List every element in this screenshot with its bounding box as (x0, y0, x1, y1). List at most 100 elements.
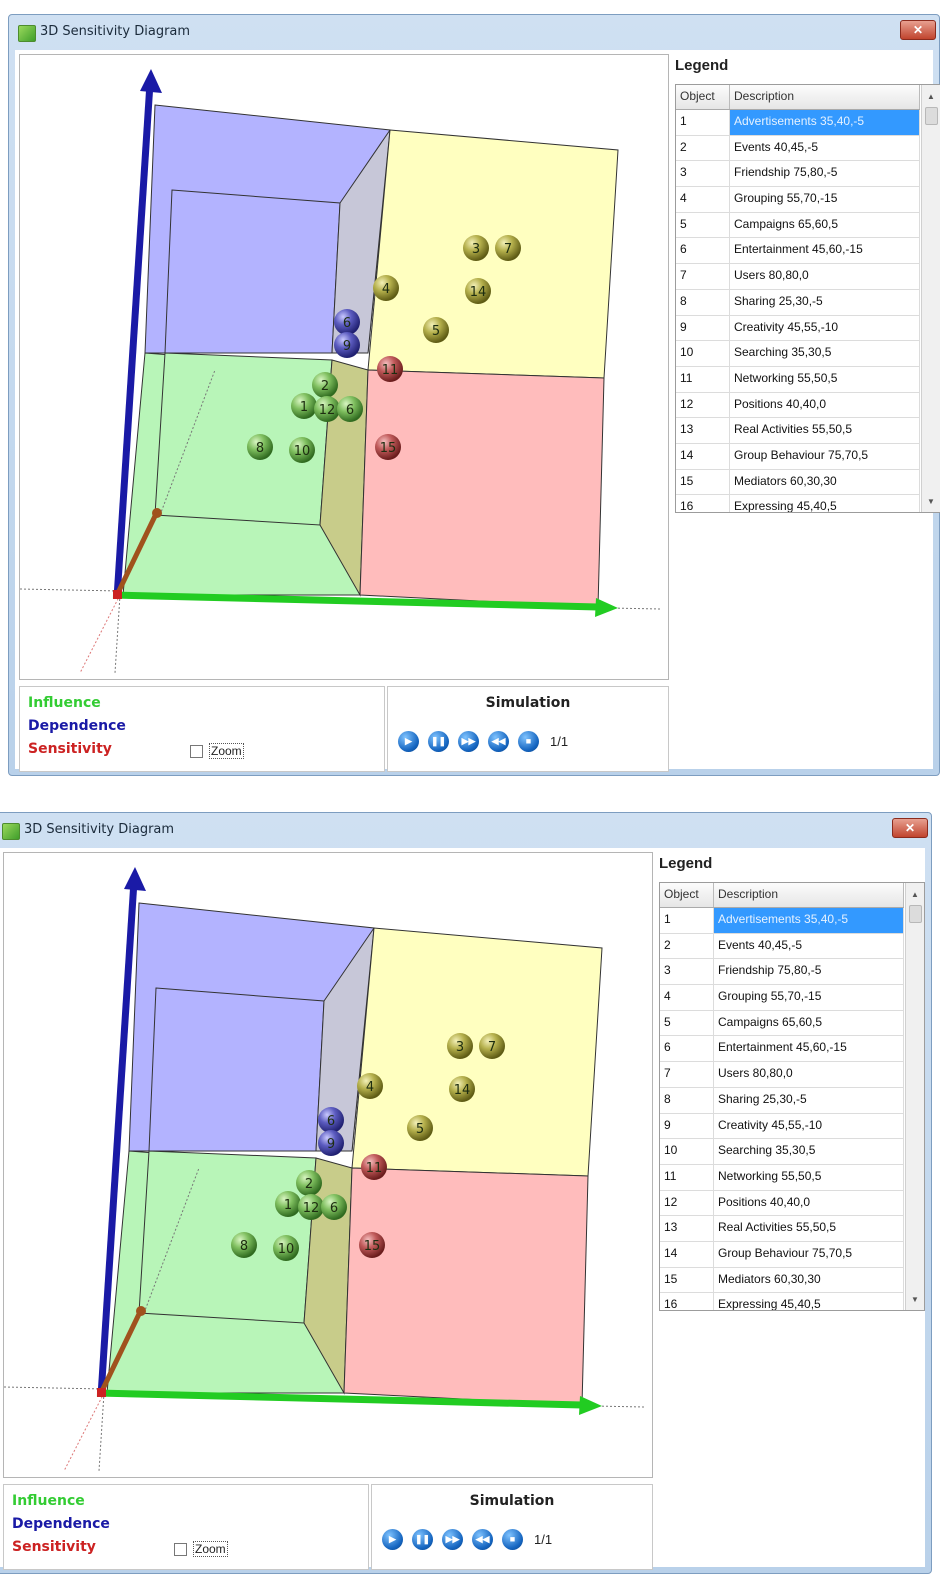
object-sphere[interactable]: 10 (273, 1235, 299, 1261)
object-sphere[interactable]: 9 (334, 332, 360, 358)
legend-description-cell[interactable]: Real Activities 55,50,5 (730, 418, 920, 443)
legend-object-cell[interactable]: 2 (660, 933, 714, 959)
title-bar[interactable]: 3D Sensitivity Diagram ✕ (8, 14, 940, 50)
legend-row[interactable]: 3 Friendship 75,80,-5 (660, 959, 904, 986)
diagram-canvas[interactable]: 123456789101112 61415 (4, 853, 652, 1477)
object-sphere[interactable]: 6 (321, 1194, 347, 1220)
diagram-canvas[interactable]: 123456789101112 61415 (20, 55, 668, 679)
object-sphere[interactable]: 5 (407, 1115, 433, 1141)
scroll-thumb[interactable] (909, 905, 922, 923)
object-sphere[interactable]: 1 (291, 393, 317, 419)
object-sphere[interactable]: 3 (463, 235, 489, 261)
legend-object-cell[interactable]: 7 (660, 1062, 714, 1087)
legend-row[interactable]: 9 Creativity 45,55,-10 (660, 1113, 904, 1140)
legend-row[interactable]: 16 Expressing 45,40,5 (660, 1293, 904, 1310)
legend-description-cell[interactable]: Events 40,45,-5 (730, 135, 920, 161)
fast-forward-icon[interactable]: ▶▶ (442, 1529, 463, 1550)
zoom-checkbox[interactable]: Zoom (190, 743, 244, 759)
object-sphere[interactable]: 6 (318, 1107, 344, 1133)
legend-row[interactable]: 14 Group Behaviour 75,70,5 (676, 443, 920, 470)
object-sphere[interactable]: 6 (337, 396, 363, 422)
legend-object-cell[interactable]: 4 (660, 985, 714, 1010)
fast-forward-icon[interactable]: ▶▶ (458, 731, 479, 752)
legend-row[interactable]: 5 Campaigns 65,60,5 (676, 212, 920, 239)
legend-row[interactable]: 4 Grouping 55,70,-15 (660, 985, 904, 1011)
legend-object-cell[interactable]: 9 (660, 1113, 714, 1139)
legend-object-cell[interactable]: 16 (660, 1293, 714, 1310)
legend-object-cell[interactable]: 7 (676, 264, 730, 289)
object-sphere[interactable]: 8 (231, 1232, 257, 1258)
legend-row[interactable]: 11 Networking 55,50,5 (676, 366, 920, 393)
object-sphere[interactable]: 2 (312, 372, 338, 398)
diagram-viewport[interactable]: 1 2 3 4 5 6 7 8 9 10 11 12 6 14 15 (19, 54, 669, 680)
object-sphere[interactable]: 15 (375, 434, 401, 460)
object-sphere[interactable]: 12 (298, 1194, 324, 1220)
legend-row[interactable]: 2 Events 40,45,-5 (676, 135, 920, 162)
legend-scrollbar[interactable]: ▲ ▼ (921, 85, 940, 512)
legend-object-cell[interactable]: 4 (676, 187, 730, 212)
legend-description-cell[interactable]: Group Behaviour 75,70,5 (714, 1241, 904, 1267)
rewind-icon[interactable]: ◀◀ (488, 731, 509, 752)
legend-description-cell[interactable]: Searching 35,30,5 (714, 1139, 904, 1164)
stop-icon[interactable]: ■ (518, 731, 539, 752)
object-sphere[interactable]: 14 (449, 1076, 475, 1102)
legend-row[interactable]: 13 Real Activities 55,50,5 (676, 418, 920, 444)
legend-description-cell[interactable]: Expressing 45,40,5 (714, 1293, 904, 1310)
legend-row[interactable]: 6 Entertainment 45,60,-15 (660, 1036, 904, 1063)
checkbox-icon[interactable] (174, 1542, 187, 1556)
object-sphere[interactable]: 2 (296, 1170, 322, 1196)
object-sphere[interactable]: 7 (479, 1033, 505, 1059)
legend-row[interactable]: 8 Sharing 25,30,-5 (660, 1087, 904, 1114)
legend-table[interactable]: Object Description 1 Advertisements 35,40… (659, 882, 925, 1311)
legend-scrollbar[interactable]: ▲ ▼ (905, 883, 924, 1310)
legend-row[interactable]: 1 Advertisements 35,40,-5 (676, 110, 920, 136)
object-sphere[interactable]: 4 (357, 1073, 383, 1099)
legend-description-cell[interactable]: Advertisements 35,40,-5 (730, 110, 920, 135)
legend-description-cell[interactable]: Grouping 55,70,-15 (730, 187, 920, 212)
diagram-viewport[interactable]: 1 2 3 4 5 6 7 8 9 10 11 12 6 14 15 (3, 852, 653, 1478)
legend-row[interactable]: 9 Creativity 45,55,-10 (676, 315, 920, 342)
legend-object-cell[interactable]: 12 (676, 392, 730, 418)
column-header-description[interactable]: Description (714, 883, 904, 907)
legend-description-cell[interactable]: Sharing 25,30,-5 (730, 289, 920, 315)
scroll-down-icon[interactable]: ▼ (922, 494, 940, 510)
object-sphere[interactable]: 15 (359, 1232, 385, 1258)
legend-object-cell[interactable]: 9 (676, 315, 730, 341)
object-sphere[interactable]: 3 (447, 1033, 473, 1059)
legend-table[interactable]: Object Description 1 Advertisements 35,40… (675, 84, 940, 513)
column-header-description[interactable]: Description (730, 85, 920, 109)
legend-description-cell[interactable]: Positions 40,40,0 (730, 392, 920, 418)
legend-row[interactable]: 13 Real Activities 55,50,5 (660, 1216, 904, 1242)
play-icon[interactable]: ▶ (382, 1529, 403, 1550)
legend-description-cell[interactable]: Advertisements 35,40,-5 (714, 908, 904, 933)
close-button[interactable]: ✕ (892, 818, 928, 838)
legend-object-cell[interactable]: 8 (660, 1087, 714, 1113)
legend-row[interactable]: 16 Expressing 45,40,5 (676, 495, 920, 512)
legend-description-cell[interactable]: Friendship 75,80,-5 (714, 959, 904, 985)
object-sphere[interactable]: 1 (275, 1191, 301, 1217)
zoom-label[interactable]: Zoom (193, 1541, 228, 1557)
legend-description-cell[interactable]: Positions 40,40,0 (714, 1190, 904, 1216)
object-sphere[interactable]: 14 (465, 278, 491, 304)
legend-object-cell[interactable]: 1 (660, 908, 714, 933)
zoom-label[interactable]: Zoom (209, 743, 244, 759)
legend-object-cell[interactable]: 6 (660, 1036, 714, 1062)
legend-row[interactable]: 15 Mediators 60,30,30 (676, 469, 920, 496)
legend-object-cell[interactable]: 11 (676, 366, 730, 392)
legend-object-cell[interactable]: 13 (676, 418, 730, 443)
object-sphere[interactable]: 7 (495, 235, 521, 261)
legend-object-cell[interactable]: 5 (660, 1010, 714, 1036)
legend-description-cell[interactable]: Sharing 25,30,-5 (714, 1087, 904, 1113)
legend-object-cell[interactable]: 14 (676, 443, 730, 469)
column-header-object[interactable]: Object (660, 883, 714, 907)
legend-object-cell[interactable]: 10 (660, 1139, 714, 1164)
legend-object-cell[interactable]: 3 (660, 959, 714, 985)
column-header-object[interactable]: Object (676, 85, 730, 109)
legend-object-cell[interactable]: 3 (676, 161, 730, 187)
legend-row[interactable]: 6 Entertainment 45,60,-15 (676, 238, 920, 265)
legend-description-cell[interactable]: Creativity 45,55,-10 (730, 315, 920, 341)
legend-row[interactable]: 1 Advertisements 35,40,-5 (660, 908, 904, 934)
legend-description-cell[interactable]: Entertainment 45,60,-15 (730, 238, 920, 264)
object-sphere[interactable]: 8 (247, 434, 273, 460)
stop-icon[interactable]: ■ (502, 1529, 523, 1550)
